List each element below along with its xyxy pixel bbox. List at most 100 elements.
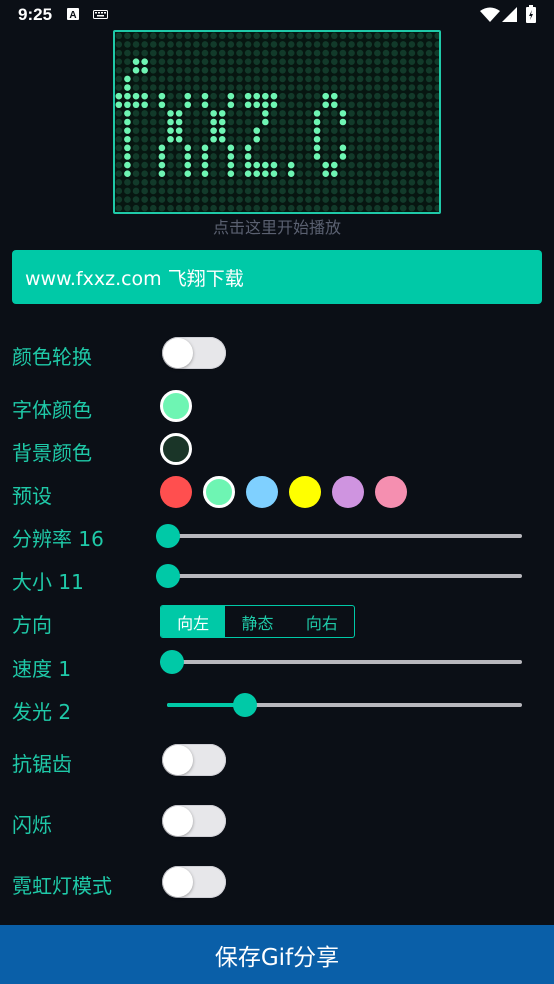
led-dot-off [270, 32, 278, 40]
led-dot-on [244, 92, 252, 100]
led-dot-on [124, 92, 131, 100]
preset-color-swatch[interactable] [203, 476, 235, 508]
led-dot-off [408, 204, 416, 212]
led-dot-on [270, 170, 278, 178]
led-dot-off [158, 66, 166, 74]
led-dot-off [296, 204, 304, 212]
led-dot-off [313, 101, 321, 109]
font-color-swatch[interactable] [160, 390, 192, 422]
led-dot-off [132, 49, 140, 57]
preset-color-swatch[interactable] [160, 476, 192, 508]
led-dot-off [391, 101, 398, 109]
led-dot-off [193, 127, 200, 134]
save-gif-share-button[interactable]: 保存Gif分享 [0, 925, 554, 984]
led-dot-on [201, 101, 209, 109]
led-dot-off [365, 118, 373, 126]
led-dot-off [365, 110, 373, 117]
led-dot-off [175, 187, 183, 195]
led-dot-off [417, 58, 424, 65]
led-dot-off [262, 127, 269, 134]
led-dot-off [399, 118, 407, 126]
preset-color-swatch[interactable] [332, 476, 364, 508]
glow-slider[interactable] [167, 692, 522, 718]
led-dot-off [210, 144, 217, 152]
preset-color-swatch[interactable] [246, 476, 278, 508]
color-cycle-toggle[interactable] [162, 337, 226, 369]
led-preview[interactable] [113, 30, 441, 214]
led-dot-off [417, 49, 424, 57]
led-dot-off [382, 135, 390, 143]
led-dot-off [391, 170, 398, 178]
led-dot-on [262, 161, 269, 169]
led-dot-on [218, 135, 226, 143]
led-dot-off [218, 196, 226, 203]
scroll-text-input[interactable] [12, 250, 542, 304]
preset-color-swatch[interactable] [375, 476, 407, 508]
resolution-slider[interactable] [156, 523, 522, 549]
speed-slider[interactable] [160, 649, 522, 675]
toggle-knob [163, 806, 193, 836]
direction-left-option[interactable]: 向左 [161, 606, 226, 637]
led-dot-off [175, 66, 183, 74]
led-dot-off [149, 49, 157, 57]
play-hint: 点击这里开始播放 [212, 218, 341, 237]
led-dot-off [124, 41, 131, 48]
led-dot-off [175, 49, 183, 57]
slider-thumb[interactable] [160, 650, 184, 674]
led-dot-on [184, 101, 192, 109]
led-dot-off [339, 170, 347, 178]
preset-color-swatch[interactable] [289, 476, 321, 508]
slider-thumb[interactable] [156, 564, 180, 588]
antialias-toggle[interactable] [162, 744, 226, 776]
toggle-knob [163, 338, 193, 368]
led-dot-off [374, 101, 381, 109]
led-dot-off [365, 66, 373, 74]
led-dot-off [365, 92, 373, 100]
slider-thumb[interactable] [233, 693, 257, 717]
led-dot-off [339, 84, 347, 91]
led-dot-off [167, 92, 174, 100]
led-dot-off [175, 196, 183, 203]
led-dot-off [115, 204, 123, 212]
led-dot-off [279, 179, 286, 186]
led-dot-off [374, 92, 381, 100]
led-dot-off [218, 32, 226, 40]
direction-static-option[interactable]: 静态 [225, 606, 289, 637]
led-dot-off [425, 187, 433, 195]
slider-thumb[interactable] [156, 524, 180, 548]
led-dot-off [184, 58, 192, 65]
led-dot-off [244, 187, 252, 195]
led-dot-off [356, 161, 364, 169]
led-dot-off [399, 204, 407, 212]
neon-mode-toggle[interactable] [162, 866, 226, 898]
led-dot-off [227, 49, 235, 57]
led-dot-on [262, 170, 269, 178]
blink-toggle[interactable] [162, 805, 226, 837]
led-dot-on [167, 118, 174, 126]
bg-color-swatch[interactable] [160, 433, 192, 465]
led-dot-on [244, 144, 252, 152]
led-dot-off [399, 49, 407, 57]
led-dot-off [175, 32, 183, 40]
led-dot-off [236, 127, 243, 134]
led-dot-off [296, 187, 304, 195]
led-dot-off [287, 49, 295, 57]
size-slider[interactable] [156, 563, 522, 589]
led-dot-on [175, 110, 183, 117]
direction-right-option[interactable]: 向右 [290, 606, 354, 637]
led-dot-off [132, 127, 140, 134]
led-dot-off [331, 41, 338, 48]
led-dot-off [425, 127, 433, 134]
led-dot-off [331, 49, 338, 57]
led-dot-off [149, 66, 157, 74]
led-dot-off [201, 179, 209, 186]
led-dot-off [236, 135, 243, 143]
led-dot-off [218, 153, 226, 160]
led-dot-off [201, 32, 209, 40]
led-dot-off [115, 58, 123, 65]
led-dot-off [141, 161, 148, 169]
led-dot-off [339, 179, 347, 186]
led-dot-off [434, 58, 439, 65]
led-dot-off [348, 84, 355, 91]
led-dot-off [227, 118, 235, 126]
